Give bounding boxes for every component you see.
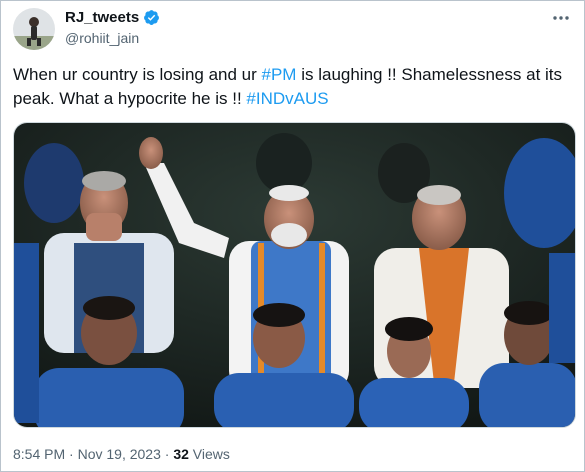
meta-separator: ·	[65, 446, 78, 462]
hashtag-link[interactable]: #INDvAUS	[246, 89, 328, 108]
author-handle[interactable]: @rohiit_jain	[65, 30, 139, 46]
tweet-text: When ur country is losing and ur #PM is …	[13, 63, 575, 111]
meta-separator: ·	[160, 446, 174, 462]
tweet-meta: 8:54 PM · Nov 19, 2023 · 32 Views	[13, 446, 230, 462]
hashtag-link[interactable]: #PM	[262, 65, 297, 84]
tweet-text-part: When ur country is losing and ur	[13, 65, 262, 84]
tweet-time[interactable]: 8:54 PM	[13, 446, 65, 462]
views-count[interactable]: 32	[173, 446, 189, 462]
more-horizontal-icon[interactable]	[550, 9, 572, 27]
avatar[interactable]	[13, 8, 55, 50]
author-display-name[interactable]: RJ_tweets	[65, 9, 139, 26]
tweet-photo[interactable]	[13, 122, 576, 428]
tweet-card: RJ_tweets @rohiit_jain When ur country i…	[0, 0, 585, 472]
author-name-row: RJ_tweets	[65, 9, 160, 26]
tweet-date[interactable]: Nov 19, 2023	[78, 446, 161, 462]
views-label: Views	[188, 446, 230, 462]
verified-badge-icon	[144, 10, 160, 25]
